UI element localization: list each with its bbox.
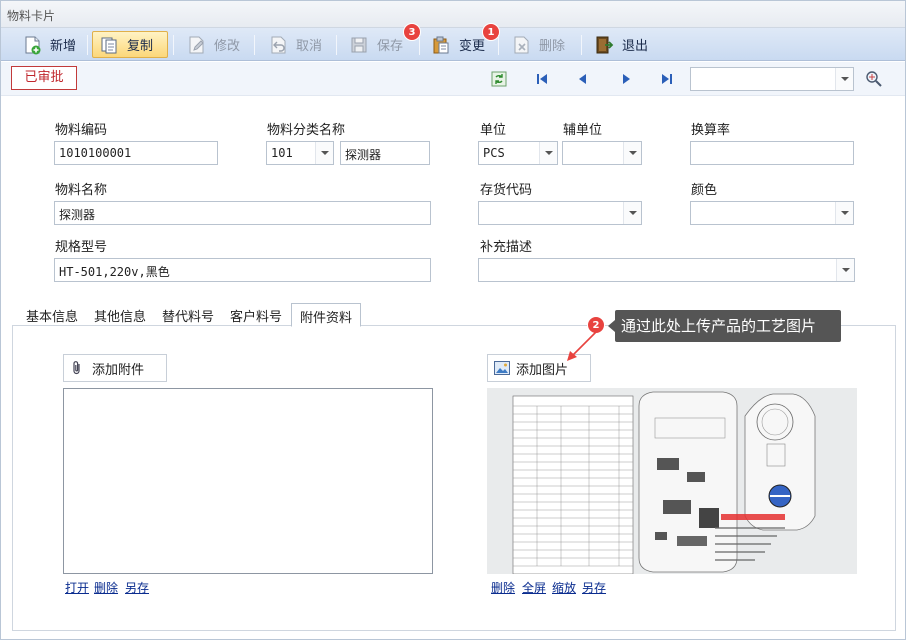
hint-arrow-icon — [567, 330, 598, 361]
first-record-icon[interactable] — [534, 71, 550, 87]
chevron-down-icon[interactable] — [836, 259, 854, 281]
delete-attachment-link[interactable]: 删除 — [94, 579, 118, 596]
chevron-down-icon[interactable] — [835, 68, 853, 90]
save-as-attachment-link[interactable]: 另存 — [125, 579, 149, 596]
chevron-down-icon[interactable] — [835, 202, 853, 224]
tab-customer[interactable]: 客户料号 — [222, 303, 290, 327]
save-button[interactable]: 保存 — [342, 31, 410, 58]
save-disk-icon — [349, 35, 369, 55]
next-record-icon[interactable] — [618, 71, 634, 87]
supplement-label: 补充描述 — [480, 240, 533, 255]
exit-button[interactable]: 退出 — [587, 31, 655, 58]
category-name-value: 探测器 — [345, 148, 382, 162]
color-label: 颜色 — [691, 183, 718, 198]
chevron-down-icon[interactable] — [623, 202, 641, 224]
cancel-button-label: 取消 — [296, 39, 323, 54]
tab-attachment[interactable]: 附件资料 — [291, 303, 362, 327]
save-button-label: 保存 — [377, 39, 404, 54]
name-label: 物料名称 — [55, 183, 108, 198]
category-label: 物料分类名称 — [267, 123, 346, 138]
edit-icon — [186, 35, 206, 55]
aux-unit-select[interactable] — [562, 141, 642, 165]
change-button-label: 变更 — [459, 39, 486, 54]
record-search-combo[interactable] — [690, 67, 854, 91]
new-button-label: 新增 — [50, 39, 77, 54]
material-code-value: 1010100001 — [59, 146, 132, 160]
spec-label: 规格型号 — [55, 240, 108, 255]
delete-button-label: 删除 — [539, 39, 566, 54]
paperclip-icon — [70, 360, 84, 376]
copy-icon — [99, 35, 119, 55]
window-title: 物料卡片 — [7, 9, 56, 23]
conversion-label: 换算率 — [691, 123, 731, 138]
zoom-link[interactable]: 缩放 — [552, 579, 576, 596]
exit-button-label: 退出 — [622, 39, 649, 54]
last-record-icon[interactable] — [659, 71, 675, 87]
search-icon[interactable] — [865, 70, 882, 87]
tab-other-info[interactable]: 其他信息 — [86, 303, 154, 327]
category-name-input[interactable]: 探测器 — [340, 141, 430, 165]
stock-code-select[interactable] — [478, 201, 642, 225]
material-code-input[interactable]: 1010100001 — [54, 141, 218, 165]
toolbar: 新增 复制 修改 取消 保存 3 变更 1 删除 退出 — [1, 23, 905, 61]
record-navigation-bar: 已审批 — [1, 62, 905, 96]
modify-button[interactable]: 修改 — [179, 31, 247, 58]
code-label: 物料编码 — [55, 123, 108, 138]
attachment-list[interactable] — [63, 388, 433, 574]
tab-substitute[interactable]: 替代料号 — [154, 303, 222, 327]
aux-unit-label: 辅单位 — [563, 123, 603, 138]
add-attachment-label: 添加附件 — [92, 362, 145, 378]
delete-button[interactable]: 删除 — [504, 31, 572, 58]
unit-select[interactable]: PCS — [478, 141, 558, 165]
material-name-input[interactable]: 探测器 — [54, 201, 431, 225]
chevron-down-icon[interactable] — [539, 142, 557, 164]
chevron-down-icon[interactable] — [623, 142, 641, 164]
new-button[interactable]: 新增 — [15, 31, 83, 58]
exit-door-icon — [594, 35, 614, 55]
new-document-icon — [22, 35, 42, 55]
unit-value: PCS — [483, 146, 505, 160]
chevron-down-icon[interactable] — [315, 142, 333, 164]
upload-hint-tooltip: 通过此处上传产品的工艺图片 — [608, 310, 841, 342]
copy-button[interactable]: 复制 — [92, 31, 168, 58]
modify-button-label: 修改 — [214, 39, 241, 54]
delete-document-icon — [511, 35, 531, 55]
conversion-rate-input[interactable] — [690, 141, 854, 165]
spec-value: HT-501,220v,黑色 — [59, 265, 170, 279]
open-link[interactable]: 打开 — [65, 579, 89, 596]
refresh-icon[interactable] — [491, 71, 507, 87]
image-icon — [494, 361, 510, 375]
material-card-window: 物料卡片 新增 复制 修改 取消 保存 3 变更 1 删除 退出 已审批 物料编… — [0, 0, 906, 640]
fullscreen-link[interactable]: 全屏 — [522, 579, 546, 596]
category-code-value: 101 — [271, 146, 293, 160]
save-as-image-link[interactable]: 另存 — [582, 579, 606, 596]
tab-basic-info[interactable]: 基本信息 — [18, 303, 86, 327]
delete-image-link[interactable]: 删除 — [491, 579, 515, 596]
copy-button-label: 复制 — [127, 39, 154, 54]
material-name-value: 探测器 — [59, 208, 96, 222]
spec-input[interactable]: HT-501,220v,黑色 — [54, 258, 431, 282]
clipboard-icon — [431, 35, 451, 55]
unit-label: 单位 — [480, 123, 507, 138]
process-image-preview[interactable] — [487, 388, 857, 574]
category-code-select[interactable]: 101 — [266, 141, 334, 165]
previous-record-icon[interactable] — [575, 71, 591, 87]
title-bar: 物料卡片 — [1, 1, 905, 28]
color-select[interactable] — [690, 201, 854, 225]
stock-code-label: 存货代码 — [480, 183, 533, 198]
cancel-button[interactable]: 取消 — [261, 31, 329, 58]
undo-icon — [268, 35, 288, 55]
supplement-select[interactable] — [478, 258, 855, 282]
approval-status-badge: 已审批 — [11, 66, 77, 90]
add-attachment-button[interactable]: 添加附件 — [63, 354, 167, 382]
